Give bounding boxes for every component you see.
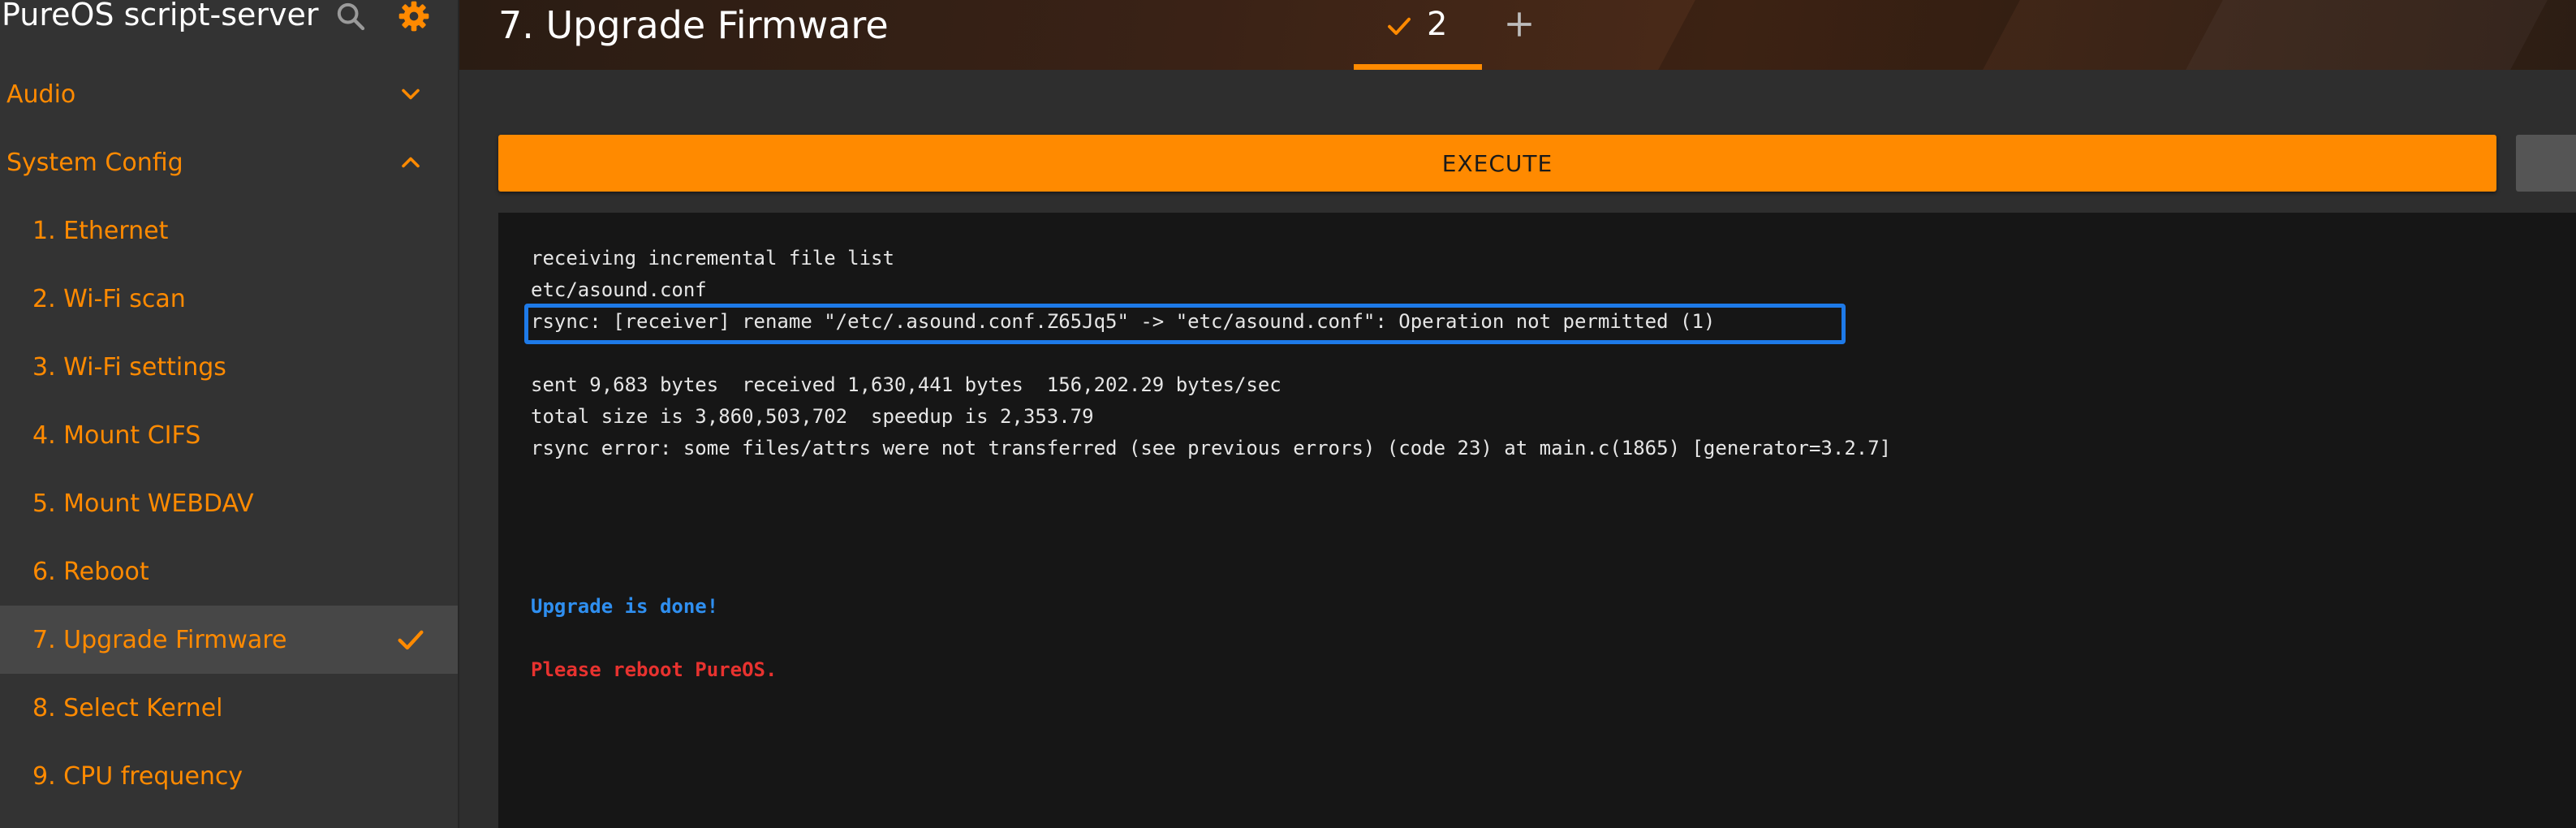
app-window: PureOS script-server Audio System Config… (0, 0, 2576, 828)
log-line-error: rsync: [receiver] rename "/etc/.asound.c… (531, 310, 1716, 333)
log-line: rsync error: some files/attrs were not t… (531, 437, 1892, 459)
sidebar-item-wifi-settings[interactable]: 3. Wi-Fi settings (0, 333, 458, 401)
sidebar-item-reboot[interactable]: 6. Reboot (0, 537, 458, 606)
sidebar-item-mount-cifs[interactable]: 4. Mount CIFS (0, 401, 458, 469)
tab-execution[interactable]: 2 (1354, 0, 1482, 70)
log-line: total size is 3,860,503,702 speedup is 2… (531, 405, 1094, 428)
sidebar-item-select-kernel[interactable]: 8. Select Kernel (0, 674, 458, 742)
chevron-up-icon (396, 148, 425, 177)
log-line: receiving incremental file list (531, 247, 894, 270)
sidebar-header: PureOS script-server (0, 0, 458, 34)
header-background-shape (1658, 0, 2020, 70)
sidebar-group-system-config[interactable]: System Config (0, 128, 458, 196)
sidebar-item-label: 1. Ethernet (32, 216, 169, 245)
sidebar-item-label: 4. Mount CIFS (32, 420, 201, 450)
sidebar-item-label: 2. Wi-Fi scan (32, 284, 186, 313)
gear-icon[interactable] (398, 0, 430, 32)
execute-button[interactable]: EXECUTE (498, 135, 2496, 192)
checkmark-icon (1385, 11, 1414, 41)
sidebar-group-label: Audio (6, 80, 76, 109)
add-tab-button[interactable] (1501, 6, 1537, 42)
sidebar-item-ethernet[interactable]: 1. Ethernet (0, 196, 458, 265)
search-icon[interactable] (334, 0, 367, 32)
log-line: sent 9,683 bytes received 1,630,441 byte… (531, 373, 1282, 396)
page-title: 7. Upgrade Firmware (498, 3, 889, 47)
sidebar-group-label: System Config (6, 148, 183, 177)
main-content: 7. Upgrade Firmware 2 EXECUTE receiving … (459, 0, 2576, 828)
tab-active-indicator (1354, 64, 1482, 70)
sidebar-item-label: 6. Reboot (32, 557, 149, 586)
log-line: etc/asound.conf (531, 278, 707, 301)
checkmark-icon (394, 623, 427, 656)
sidebar-item-label: 5. Mount WEBDAV (32, 489, 254, 518)
sidebar-item-mount-webdav[interactable]: 5. Mount WEBDAV (0, 469, 458, 537)
log-output[interactable]: receiving incremental file list etc/asou… (498, 213, 2576, 828)
app-title: PureOS script-server (2, 0, 319, 32)
sidebar-item-upgrade-firmware[interactable]: 7. Upgrade Firmware (0, 606, 458, 674)
tab-execution-count: 2 (1427, 6, 1448, 43)
sidebar-item-cpu-frequency[interactable]: 9. CPU frequency (0, 742, 458, 810)
header-background-shape (2186, 0, 2548, 70)
script-header: 7. Upgrade Firmware 2 (459, 0, 2576, 70)
sidebar-item-wifi-scan[interactable]: 2. Wi-Fi scan (0, 265, 458, 333)
done-message: Upgrade is done! (531, 595, 719, 618)
sidebar-item-label: 9. CPU frequency (32, 761, 243, 791)
sidebar: PureOS script-server Audio System Config… (0, 0, 459, 828)
sidebar-item-label: 8. Select Kernel (32, 693, 223, 722)
sidebar-group-audio[interactable]: Audio (0, 60, 458, 128)
plus-icon (1507, 12, 1531, 37)
stop-button[interactable] (2516, 135, 2576, 192)
sidebar-item-label: 3. Wi-Fi settings (32, 352, 226, 382)
reboot-message: Please reboot PureOS. (531, 658, 778, 681)
chevron-down-icon (396, 80, 425, 109)
